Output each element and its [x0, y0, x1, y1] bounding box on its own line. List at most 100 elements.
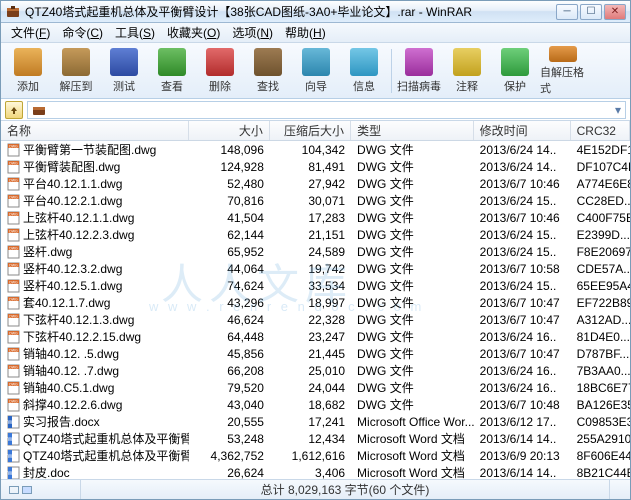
file-date: 2013/6/24 15..	[474, 194, 571, 208]
file-packed-size: 12,434	[270, 432, 351, 446]
file-list[interactable]: 人人文库 w w w . r e n r e n d o c . c o m D…	[1, 141, 630, 479]
file-row[interactable]: WQTZ40塔式起重机总体及平衡臂设计说明书.doc4,362,7521,612…	[1, 447, 630, 464]
svg-text:DWG: DWG	[9, 161, 18, 165]
maximize-button[interactable]: ☐	[580, 4, 602, 20]
tool-sfx-button[interactable]: 自解压格式	[540, 46, 586, 96]
statusbar: 总计 8,029,163 字节(60 个文件)	[1, 479, 630, 499]
file-icon: W	[7, 415, 21, 429]
file-row[interactable]: DWG竖杆.dwg65,95224,589DWG 文件2013/6/24 15.…	[1, 243, 630, 260]
file-crc: BA126E35	[571, 398, 630, 412]
svg-text:DWG: DWG	[9, 297, 18, 301]
file-icon: DWG	[7, 228, 21, 242]
file-icon: DWG	[7, 262, 21, 276]
col-type[interactable]: 类型	[351, 121, 474, 140]
file-row[interactable]: WQTZ40塔式起重机总体及平衡臂设计开题报告.doc53,24812,434M…	[1, 430, 630, 447]
file-row[interactable]: DWG上弦杆40.12.2.3.dwg62,14421,151DWG 文件201…	[1, 226, 630, 243]
status-selection	[1, 480, 81, 499]
comment-icon	[453, 48, 481, 76]
file-name: 销轴40.12. .5.dwg	[23, 345, 119, 362]
menu-0[interactable]: 文件(F)	[5, 23, 56, 42]
file-row[interactable]: DWG下弦杆40.12.1.3.dwg46,62422,328DWG 文件201…	[1, 311, 630, 328]
file-icon: W	[7, 449, 21, 463]
tool-find-button[interactable]: 查找	[245, 46, 291, 96]
file-size: 20,555	[189, 415, 270, 429]
file-row[interactable]: DWG竖杆40.12.5.1.dwg74,62433,534DWG 文件2013…	[1, 277, 630, 294]
tool-extract-to-button[interactable]: 解压到	[53, 46, 99, 96]
file-row[interactable]: DWG平衡臂第一节装配图.dwg148,096104,342DWG 文件2013…	[1, 141, 630, 158]
file-date: 2013/6/24 16..	[474, 364, 571, 378]
file-row[interactable]: W封皮.doc26,6243,406Microsoft Word 文档2013/…	[1, 464, 630, 479]
file-row[interactable]: DWG销轴40.12. .7.dwg66,20825,010DWG 文件2013…	[1, 362, 630, 379]
file-size: 66,208	[189, 364, 270, 378]
col-size[interactable]: 大小	[189, 121, 270, 140]
close-button[interactable]: ✕	[604, 4, 626, 20]
file-date: 2013/6/7 10:47	[474, 347, 571, 361]
file-icon: DWG	[7, 143, 21, 157]
up-button[interactable]	[5, 101, 23, 119]
delete-icon	[206, 48, 234, 76]
file-row[interactable]: DWG套40.12.1.7.dwg43,29618,997DWG 文件2013/…	[1, 294, 630, 311]
minimize-button[interactable]: ─	[556, 4, 578, 20]
menu-2[interactable]: 工具(S)	[109, 23, 161, 42]
file-date: 2013/6/7 10:47	[474, 313, 571, 327]
tool-test-button[interactable]: 测试	[101, 46, 147, 96]
menu-3[interactable]: 收藏夹(O)	[161, 23, 226, 42]
file-row[interactable]: W实习报告.docx20,55517,241Microsoft Office W…	[1, 413, 630, 430]
menu-5[interactable]: 帮助(H)	[279, 23, 332, 42]
file-icon: DWG	[7, 313, 21, 327]
file-row[interactable]: DWG销轴40.C5.1.dwg79,52024,044DWG 文件2013/6…	[1, 379, 630, 396]
protect-icon	[501, 48, 529, 76]
file-packed-size: 18,997	[270, 296, 351, 310]
tool-wizard-button[interactable]: 向导	[293, 46, 339, 96]
col-name[interactable]: 名称	[1, 121, 189, 140]
file-packed-size: 23,247	[270, 330, 351, 344]
col-date[interactable]: 修改时间	[474, 121, 571, 140]
file-row[interactable]: DWG上弦杆40.12.1.1.dwg41,50417,283DWG 文件201…	[1, 209, 630, 226]
tool-add-button[interactable]: 添加	[5, 46, 51, 96]
tool-protect-button[interactable]: 保护	[492, 46, 538, 96]
file-row[interactable]: DWG平台40.12.2.1.dwg70,81630,071DWG 文件2013…	[1, 192, 630, 209]
app-icon	[5, 4, 21, 20]
tool-label: 自解压格式	[540, 64, 586, 96]
tool-view-button[interactable]: 查看	[149, 46, 195, 96]
file-row[interactable]: DWG竖杆40.12.3.2.dwg44,06419,742DWG 文件2013…	[1, 260, 630, 277]
file-row[interactable]: DWG平衡臂装配图.dwg124,92881,491DWG 文件2013/6/2…	[1, 158, 630, 175]
tool-label: 查看	[161, 78, 183, 94]
file-name: 销轴40.12. .7.dwg	[23, 362, 119, 379]
file-packed-size: 17,283	[270, 211, 351, 225]
file-crc: 7B3AA0...	[571, 364, 630, 378]
tool-delete-button[interactable]: 删除	[197, 46, 243, 96]
file-row[interactable]: DWG斜撑40.12.2.6.dwg43,04018,682DWG 文件2013…	[1, 396, 630, 413]
tool-info-button[interactable]: 信息	[341, 46, 387, 96]
file-row[interactable]: DWG销轴40.12. .5.dwg45,85621,445DWG 文件2013…	[1, 345, 630, 362]
add-icon	[14, 48, 42, 76]
file-crc: 8F606E44	[571, 449, 630, 463]
svg-text:DWG: DWG	[9, 365, 18, 369]
file-row[interactable]: DWG平台40.12.1.1.dwg52,48027,942DWG 文件2013…	[1, 175, 630, 192]
file-icon: DWG	[7, 160, 21, 174]
dropdown-icon[interactable]: ▾	[615, 103, 621, 117]
file-size: 4,362,752	[189, 449, 270, 463]
file-date: 2013/6/14 14..	[474, 432, 571, 446]
path-field[interactable]: ▾	[27, 101, 626, 119]
file-size: 70,816	[189, 194, 270, 208]
file-icon: DWG	[7, 211, 21, 225]
file-size: 53,248	[189, 432, 270, 446]
file-type: DWG 文件	[351, 311, 474, 328]
file-type: Microsoft Word 文档	[351, 430, 474, 447]
file-packed-size: 21,151	[270, 228, 351, 242]
tool-scan-virus-button[interactable]: 扫描病毒	[396, 46, 442, 96]
menu-4[interactable]: 选项(N)	[226, 23, 279, 42]
tool-comment-button[interactable]: 注释	[444, 46, 490, 96]
col-packed-size[interactable]: 压缩后大小	[270, 121, 351, 140]
svg-text:DWG: DWG	[9, 229, 18, 233]
menu-1[interactable]: 命令(C)	[56, 23, 109, 42]
file-icon: W	[7, 432, 21, 446]
file-date: 2013/6/7 10:58	[474, 262, 571, 276]
file-crc: A312AD...	[571, 313, 630, 327]
file-crc: F8E20697	[571, 245, 630, 259]
file-row[interactable]: DWG下弦杆40.12.2.15.dwg64,44823,247DWG 文件20…	[1, 328, 630, 345]
col-crc[interactable]: CRC32	[571, 121, 630, 140]
file-crc: A774E6E8	[571, 177, 630, 191]
file-crc: 4E152DF1	[571, 143, 630, 157]
